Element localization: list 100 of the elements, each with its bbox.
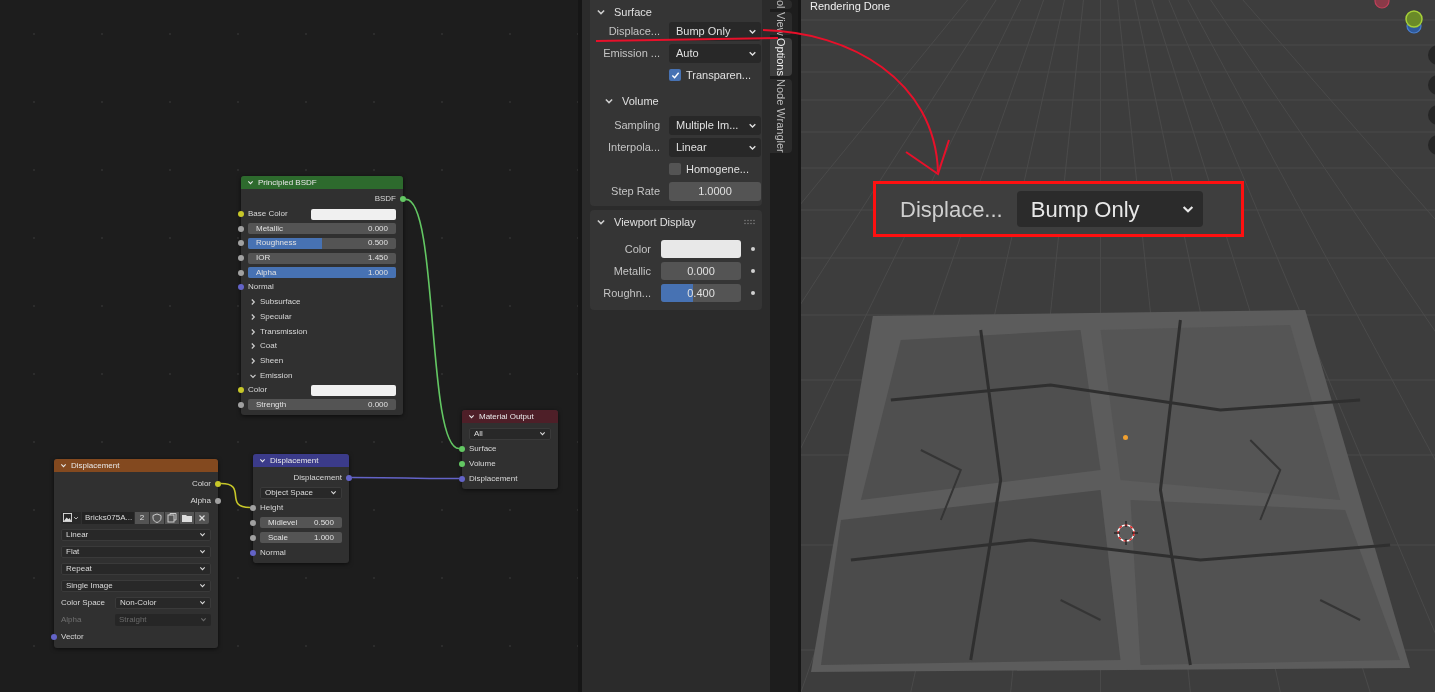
- socket-label: Displacement: [293, 471, 342, 484]
- user-count[interactable]: 2: [135, 511, 149, 524]
- folder-icon[interactable]: [180, 511, 194, 524]
- socket-label: Surface: [469, 442, 497, 455]
- node-header[interactable]: Displacement: [54, 459, 218, 472]
- close-icon[interactable]: [195, 511, 209, 524]
- sidebar-tab[interactable]: ol: [770, 0, 792, 9]
- shield-icon[interactable]: [150, 511, 164, 524]
- shader-node[interactable]: Displacement Displacement Object Space Height Midlevel 0.500 Scale 1.000 Normal: [253, 454, 349, 563]
- color-swatch[interactable]: [311, 384, 396, 396]
- dropdown[interactable]: Auto: [669, 43, 761, 63]
- sidebar-tab[interactable]: Options: [770, 38, 792, 77]
- panel-label[interactable]: Subsurface: [260, 296, 301, 309]
- panel-label[interactable]: Sheen: [260, 354, 284, 367]
- drag-handle-icon[interactable]: [744, 219, 756, 225]
- dropdown[interactable]: Object Space: [260, 486, 342, 499]
- socket-label: Height: [260, 501, 284, 514]
- field-label: Alpha: [61, 613, 83, 626]
- value-slider[interactable]: Roughness 0.500: [248, 237, 396, 249]
- axis-gizmo-icon[interactable]: [1373, 0, 1423, 36]
- dropdown[interactable]: Multiple Im...: [669, 115, 761, 135]
- node-link: [220, 482, 251, 509]
- node-header[interactable]: Material Output: [462, 410, 558, 423]
- chevron-down-icon: [604, 96, 614, 106]
- value-slider[interactable]: Alpha 1.000: [248, 267, 396, 279]
- dropdown[interactable]: Linear: [669, 137, 761, 157]
- color-swatch[interactable]: [311, 208, 396, 220]
- checkbox-label[interactable]: Homogene...: [686, 160, 749, 178]
- panel-title[interactable]: Volume: [622, 92, 659, 110]
- image-type-selector[interactable]: [61, 511, 81, 524]
- panel-title[interactable]: Viewport Display: [614, 213, 696, 231]
- field-label: Emission ...: [602, 45, 660, 61]
- socket-label: Volume: [469, 457, 496, 470]
- color-swatch[interactable]: [661, 240, 741, 258]
- chevron-down-icon: [199, 599, 206, 606]
- checkmark-icon: [670, 70, 680, 80]
- socket-label: Color: [248, 384, 268, 397]
- 3d-cursor-icon: [1114, 521, 1138, 545]
- status-text: Rendering Done: [810, 0, 891, 14]
- field-label: Displace...: [607, 23, 660, 39]
- chevron-down-icon: [200, 616, 207, 623]
- chevron-down-icon: [60, 462, 67, 469]
- chevron-down-icon: [596, 7, 606, 17]
- field-label: Color Space: [61, 596, 107, 609]
- checkbox-label[interactable]: Transparen...: [686, 66, 751, 84]
- field-label: Roughn...: [602, 285, 651, 301]
- chevron-down-icon: [539, 430, 546, 437]
- socket-label: Normal: [248, 281, 274, 294]
- chevron-down-icon: [199, 531, 206, 538]
- field-label: Sampling: [613, 117, 660, 133]
- chevron-down-icon: [330, 489, 337, 496]
- copy-icon[interactable]: [165, 511, 179, 524]
- callout-label: Displace...: [900, 195, 1003, 224]
- shader-node[interactable]: Material Output All Surface Volume Displacement: [462, 410, 558, 489]
- chevron-down-icon: [247, 179, 254, 186]
- field-label: Step Rate: [610, 183, 660, 199]
- dropdown[interactable]: Linear: [61, 528, 211, 541]
- field-label: Color: [623, 241, 651, 257]
- chevron-down-icon: [468, 413, 475, 420]
- panel-title[interactable]: Surface: [614, 3, 652, 21]
- checkbox[interactable]: [669, 69, 681, 81]
- image-name-field[interactable]: Bricks075A...: [82, 511, 134, 524]
- socket-label: Vector: [61, 630, 84, 643]
- chevron-down-icon: [199, 582, 206, 589]
- socket-label: BSDF: [374, 193, 396, 206]
- field-label: Metallic: [612, 263, 651, 279]
- panel-label[interactable]: Emission: [260, 369, 293, 382]
- number-field[interactable]: Metallic 0.000: [248, 223, 396, 235]
- socket-label: Alpha: [190, 494, 211, 507]
- number-field[interactable]: 0.000: [661, 262, 741, 280]
- dropdown[interactable]: Single Image: [61, 579, 211, 592]
- shader-node[interactable]: Principled BSDF BSDF Base Color Metallic 0.000 Roughness 0.500 IOR 1.450 Alpha 1.000 Normal Subsurface Specular Transmission Coat Sheen Emission Color Strength 0.000: [241, 176, 403, 416]
- image-icon: [63, 513, 72, 522]
- number-field[interactable]: Midlevel 0.500: [260, 517, 342, 528]
- dropdown[interactable]: Non-Color: [115, 596, 211, 609]
- socket-label: Displacement: [469, 472, 518, 485]
- checkbox[interactable]: [669, 163, 681, 175]
- dropdown[interactable]: All: [469, 427, 551, 440]
- socket-label: Color: [191, 477, 211, 490]
- dropdown[interactable]: Repeat: [61, 562, 211, 575]
- number-field[interactable]: Strength 0.000: [248, 399, 396, 411]
- number-field[interactable]: 1.0000: [669, 181, 761, 201]
- panel-label[interactable]: Transmission: [260, 325, 308, 338]
- field-label: Interpola...: [607, 139, 660, 155]
- socket-label: Base Color: [248, 208, 288, 221]
- chevron-down-icon: [73, 514, 79, 521]
- panel-label[interactable]: Specular: [260, 310, 292, 323]
- number-field[interactable]: IOR 1.450: [248, 252, 396, 264]
- chevron-down-icon: [596, 217, 606, 227]
- node-header[interactable]: Principled BSDF: [241, 176, 403, 189]
- chevron-down-icon: [199, 548, 206, 555]
- dropdown[interactable]: Flat: [61, 545, 211, 558]
- chevron-down-icon: [199, 565, 206, 572]
- panel-label[interactable]: Coat: [260, 340, 277, 353]
- sidebar-tab[interactable]: Node Wrangler: [770, 79, 792, 153]
- socket-label: Normal: [260, 546, 286, 559]
- node-header[interactable]: Displacement: [253, 454, 349, 467]
- number-field[interactable]: Scale 1.000: [260, 532, 342, 543]
- object-origin-icon: [1123, 435, 1128, 440]
- chevron-down-icon: [259, 457, 266, 464]
